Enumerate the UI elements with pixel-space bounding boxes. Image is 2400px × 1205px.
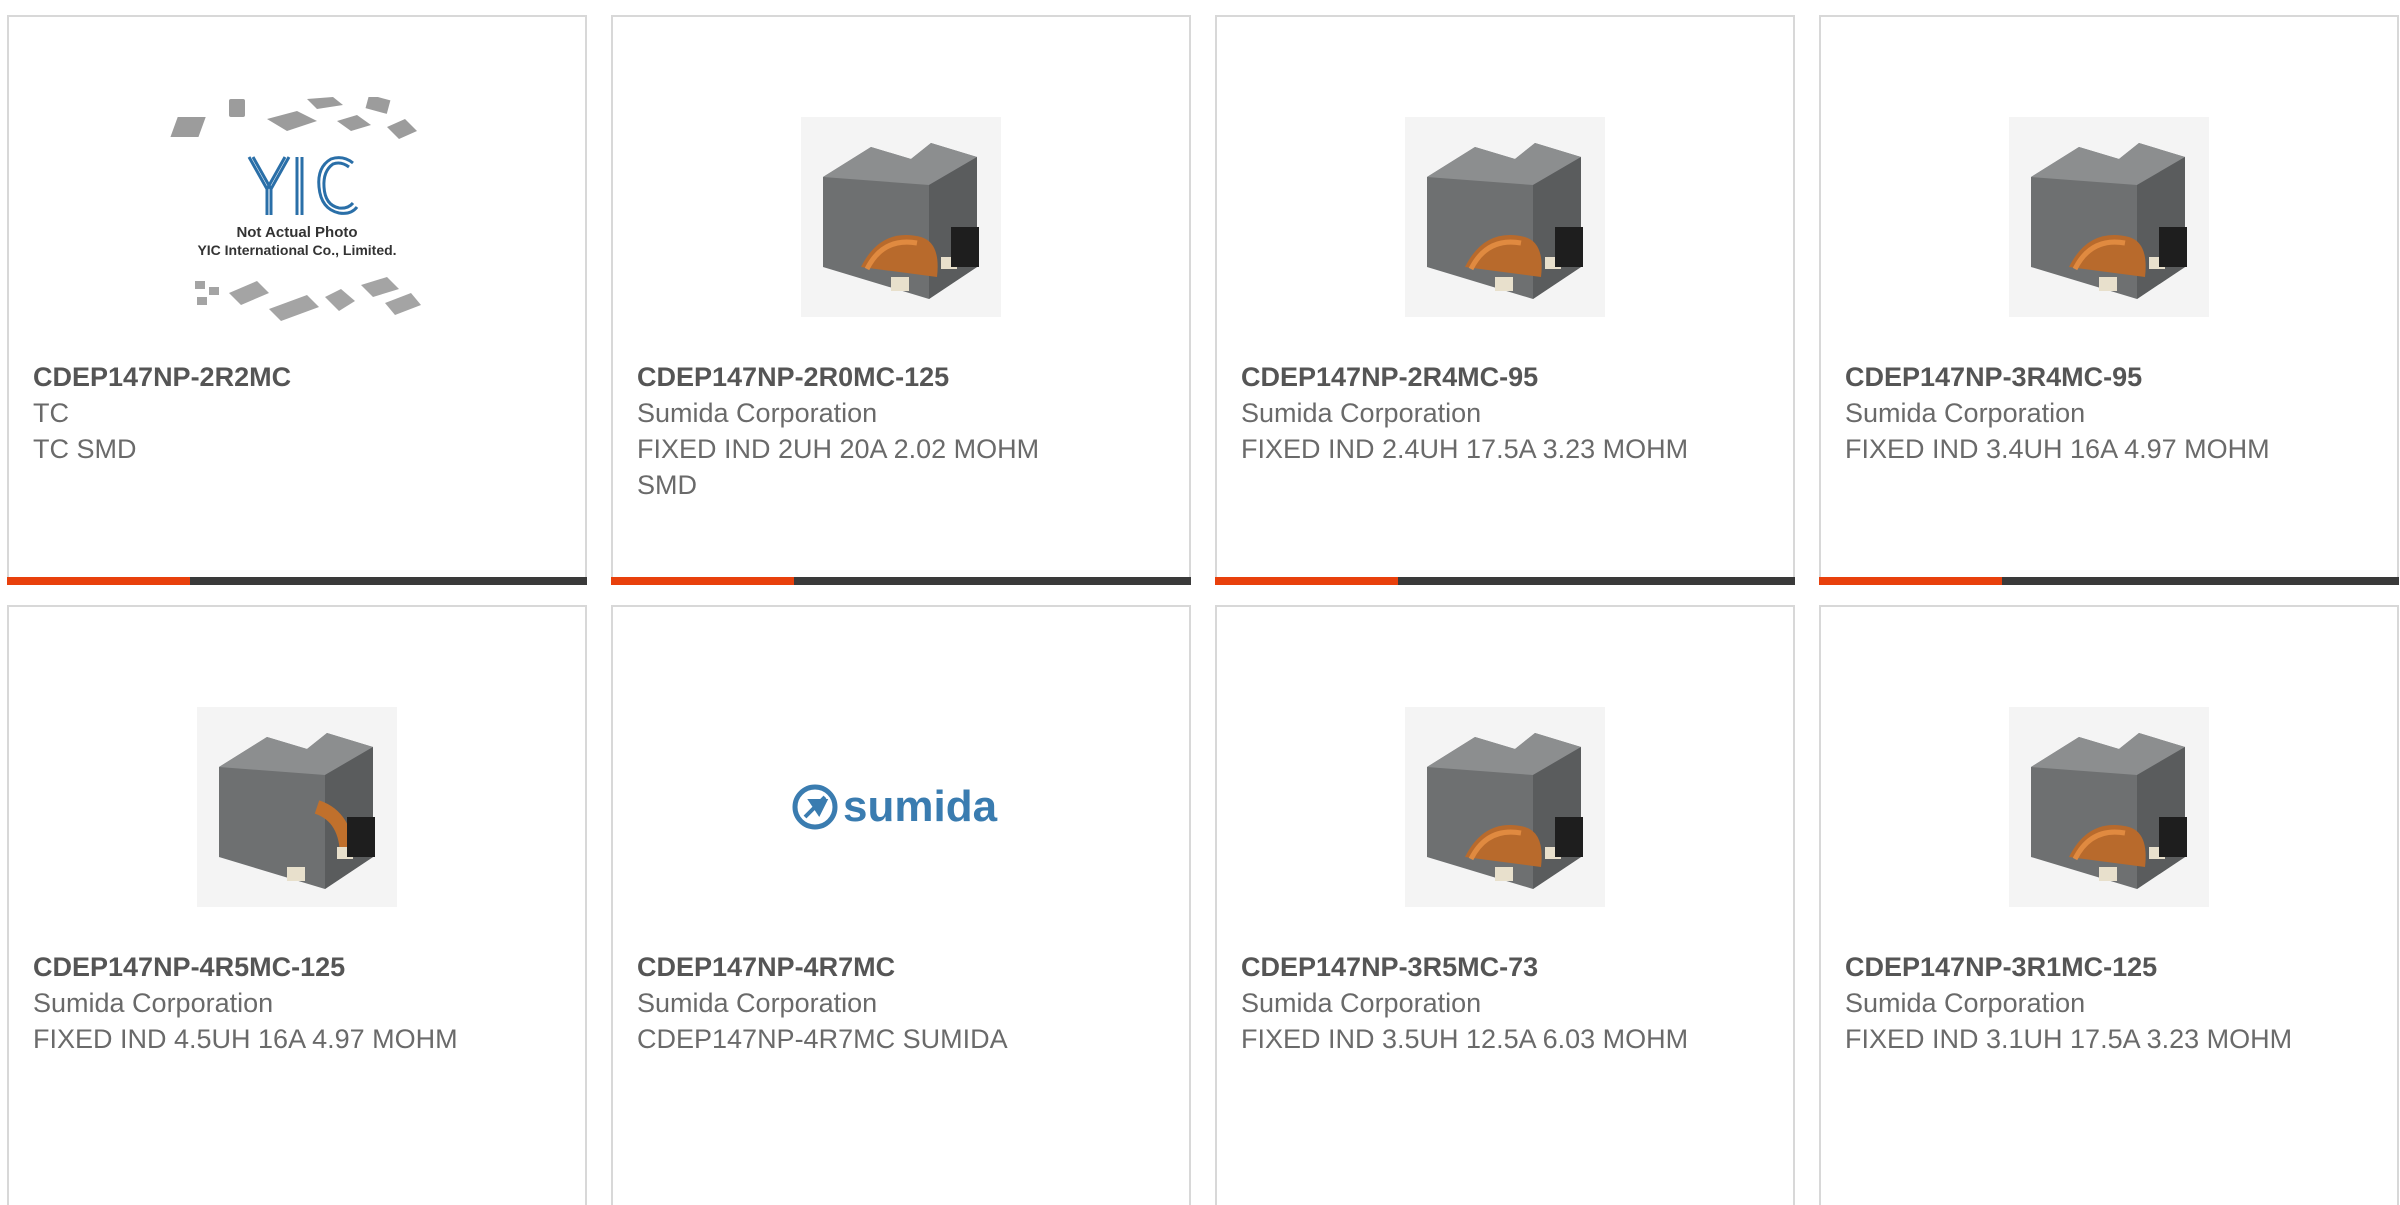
product-card[interactable]: Not Actual Photo YIC International Co., … <box>7 15 587 585</box>
description: FIXED IND 4.5UH 16A 4.97 MOHM <box>33 1024 458 1054</box>
product-info: CDEP147NP-3R4MC-95 Sumida Corporation FI… <box>1845 359 2373 467</box>
product-info: CDEP147NP-3R1MC-125 Sumida Corporation F… <box>1845 949 2373 1057</box>
part-number[interactable]: CDEP147NP-4R5MC-125 <box>33 949 561 985</box>
part-number[interactable]: CDEP147NP-3R1MC-125 <box>1845 949 2373 985</box>
sumida-logo-text: sumida <box>843 782 998 831</box>
part-number[interactable]: CDEP147NP-3R4MC-95 <box>1845 359 2373 395</box>
product-card[interactable]: CDEP147NP-4R5MC-125 Sumida Corporation F… <box>7 605 587 1205</box>
card-bar-accent <box>7 577 190 585</box>
product-info: CDEP147NP-2R2MC TC TC SMD <box>33 359 561 467</box>
inductor-image[interactable] <box>1821 662 2397 952</box>
description: FIXED IND 2UH 20A 2.02 MOHM SMD <box>637 434 1040 500</box>
inductor-image[interactable] <box>1217 662 1793 952</box>
manufacturer: Sumida Corporation <box>1241 398 1482 428</box>
part-number[interactable]: CDEP147NP-4R7MC <box>637 949 1165 985</box>
manufacturer: Sumida Corporation <box>637 988 878 1018</box>
inductor-image[interactable] <box>9 662 585 952</box>
product-card[interactable]: CDEP147NP-3R1MC-125 Sumida Corporation F… <box>1819 605 2399 1205</box>
card-bottom-bar <box>7 577 587 585</box>
product-card[interactable]: sumida CDEP147NP-4R7MC Sumida Corporatio… <box>611 605 1191 1205</box>
manufacturer: Sumida Corporation <box>33 988 274 1018</box>
product-info: CDEP147NP-4R5MC-125 Sumida Corporation F… <box>33 949 561 1057</box>
product-card[interactable]: CDEP147NP-3R4MC-95 Sumida Corporation FI… <box>1819 15 2399 585</box>
brand-logo-image[interactable]: sumida <box>613 662 1189 952</box>
card-bar-accent <box>1819 577 2002 585</box>
part-number[interactable]: CDEP147NP-2R0MC-125 <box>637 359 1165 395</box>
description: FIXED IND 3.1UH 17.5A 3.23 MOHM <box>1845 1024 2293 1054</box>
product-info: CDEP147NP-3R5MC-73 Sumida Corporation FI… <box>1241 949 1769 1057</box>
description: TC SMD <box>33 434 137 464</box>
description: FIXED IND 2.4UH 17.5A 3.23 MOHM <box>1241 434 1689 464</box>
placeholder-line1: Not Actual Photo <box>236 224 357 241</box>
product-card[interactable]: CDEP147NP-2R4MC-95 Sumida Corporation FI… <box>1215 15 1795 585</box>
manufacturer: Sumida Corporation <box>1845 988 2086 1018</box>
manufacturer: Sumida Corporation <box>1241 988 1482 1018</box>
inductor-image[interactable] <box>1821 72 2397 362</box>
product-card[interactable]: CDEP147NP-3R5MC-73 Sumida Corporation FI… <box>1215 605 1795 1205</box>
part-number[interactable]: CDEP147NP-2R4MC-95 <box>1241 359 1769 395</box>
card-bar-accent <box>611 577 794 585</box>
manufacturer: Sumida Corporation <box>637 398 878 428</box>
product-info: CDEP147NP-4R7MC Sumida Corporation CDEP1… <box>637 949 1165 1057</box>
inductor-image[interactable] <box>613 72 1189 362</box>
card-bottom-bar <box>1819 577 2399 585</box>
card-bar-accent <box>1215 577 1398 585</box>
card-bottom-bar <box>611 577 1191 585</box>
description: CDEP147NP-4R7MC SUMIDA <box>637 1024 1008 1054</box>
part-number[interactable]: CDEP147NP-2R2MC <box>33 359 561 395</box>
product-card[interactable]: CDEP147NP-2R0MC-125 Sumida Corporation F… <box>611 15 1191 585</box>
card-bottom-bar <box>1215 577 1795 585</box>
product-info: CDEP147NP-2R0MC-125 Sumida Corporation F… <box>637 359 1165 503</box>
description: FIXED IND 3.5UH 12.5A 6.03 MOHM <box>1241 1024 1689 1054</box>
inductor-image[interactable] <box>1217 72 1793 362</box>
product-grid: Not Actual Photo YIC International Co., … <box>7 15 2399 1205</box>
description: FIXED IND 3.4UH 16A 4.97 MOHM <box>1845 434 2270 464</box>
part-number[interactable]: CDEP147NP-3R5MC-73 <box>1241 949 1769 985</box>
manufacturer: TC <box>33 398 69 428</box>
manufacturer: Sumida Corporation <box>1845 398 2086 428</box>
product-image-placeholder[interactable]: Not Actual Photo YIC International Co., … <box>9 72 585 362</box>
product-info: CDEP147NP-2R4MC-95 Sumida Corporation FI… <box>1241 359 1769 467</box>
placeholder-line2: YIC International Co., Limited. <box>197 242 396 258</box>
